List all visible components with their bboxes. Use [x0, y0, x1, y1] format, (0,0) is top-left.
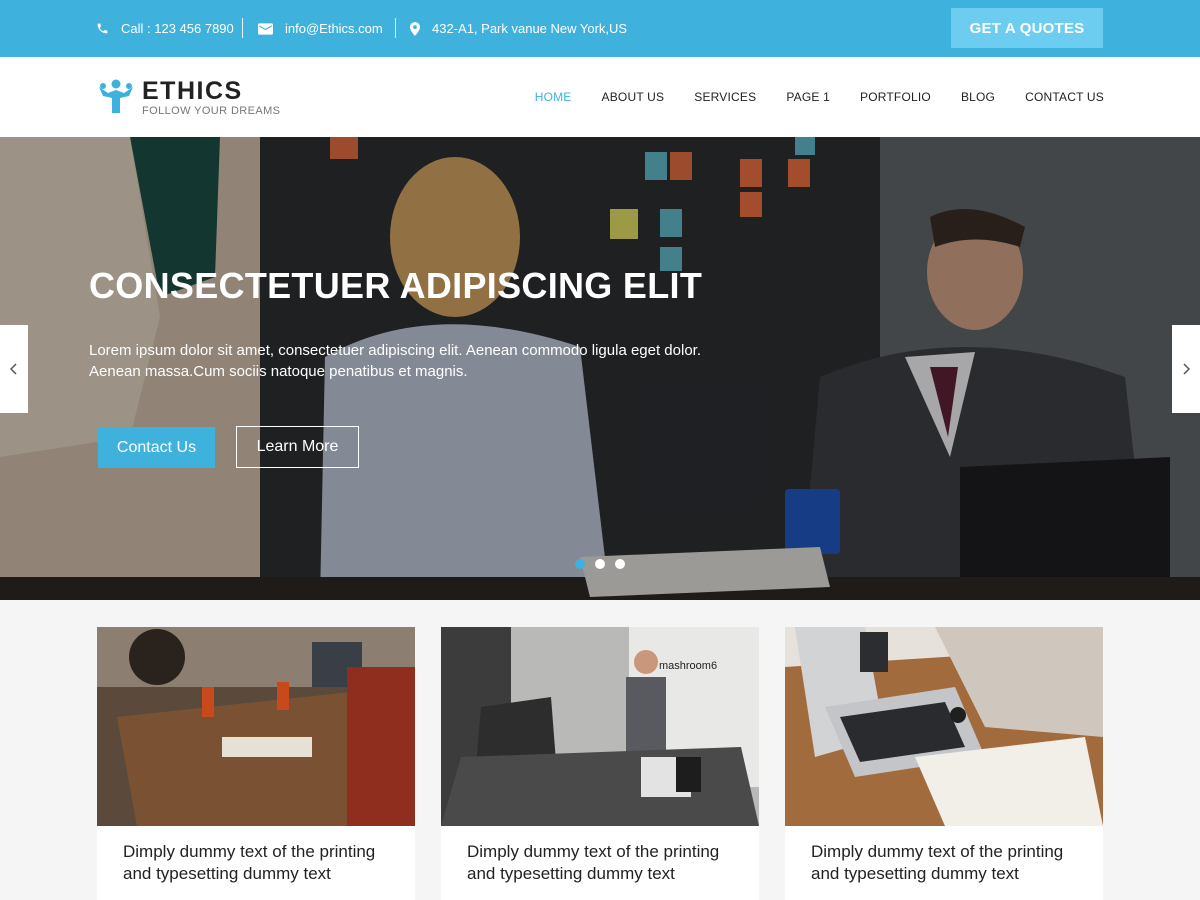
nav-about-us[interactable]: ABOUT US — [602, 90, 665, 104]
hero-description: Lorem ipsum dolor sit amet, consectetuer… — [89, 340, 729, 382]
card-image[interactable] — [97, 627, 415, 826]
slider-dot[interactable] — [595, 559, 605, 569]
nav-home[interactable]: HOME — [535, 90, 572, 104]
slider-dot[interactable] — [575, 559, 585, 569]
address-contact: 432-A1, Park vanue New York,US — [410, 0, 627, 57]
divider — [395, 18, 396, 38]
mashroom-sign-text: mashroom6 — [659, 660, 717, 672]
nav-portfolio[interactable]: PORTFOLIO — [860, 90, 931, 104]
presentation-photo: mashroom6 — [441, 627, 759, 826]
map-marker-icon — [410, 21, 420, 36]
top-contact-bar: Call : 123 456 7890 info@Ethics.com 432-… — [0, 0, 1200, 57]
feature-card[interactable]: mashroom6 Dimply dummy text of the print… — [441, 627, 759, 900]
nav-page-1[interactable]: PAGE 1 — [786, 90, 830, 104]
site-header: ETHICS FOLLOW YOUR DREAMS HOME ABOUT US … — [0, 57, 1200, 137]
divider — [242, 18, 243, 38]
slider-next-button[interactable] — [1172, 325, 1200, 413]
card-title-line: and typesetting dummy text — [467, 864, 675, 883]
card-title[interactable]: Dimply dummy text of the printing and ty… — [811, 841, 1091, 885]
hero-description-line: Aenean massa.Cum sociis natoque penatibu… — [89, 363, 468, 380]
chevron-right-icon — [1183, 363, 1190, 375]
email-text[interactable]: info@Ethics.com — [285, 21, 383, 36]
nav-blog[interactable]: BLOG — [961, 90, 995, 104]
address-text: 432-A1, Park vanue New York,US — [432, 21, 628, 36]
phone-contact: Call : 123 456 7890 — [96, 0, 234, 57]
contact-us-button[interactable]: Contact Us — [98, 427, 215, 468]
logo-tagline: FOLLOW YOUR DREAMS — [142, 104, 281, 117]
card-title-line: Dimply dummy text of the printing — [123, 842, 376, 861]
feature-card[interactable]: Dimply dummy text of the printing and ty… — [785, 627, 1103, 900]
phone-icon — [97, 23, 108, 34]
hero-title: CONSECTETUER ADIPISCING ELIT — [89, 265, 703, 306]
card-title-line: and typesetting dummy text — [811, 864, 1019, 883]
nav-contact-us[interactable]: CONTACT US — [1025, 90, 1104, 104]
chevron-left-icon — [10, 363, 17, 375]
envelope-icon — [258, 22, 273, 35]
logo-figure-icon — [99, 79, 133, 113]
card-image[interactable] — [785, 627, 1103, 826]
get-quotes-button[interactable]: GET A QUOTES — [951, 8, 1103, 48]
card-title-line: and typesetting dummy text — [123, 864, 331, 883]
learn-more-button[interactable]: Learn More — [236, 426, 359, 468]
card-title[interactable]: Dimply dummy text of the printing and ty… — [467, 841, 747, 885]
laptop-work-photo — [785, 627, 1103, 826]
phone-text: Call : 123 456 7890 — [121, 21, 234, 36]
team-meeting-photo — [97, 627, 415, 826]
card-image[interactable]: mashroom6 — [441, 627, 759, 826]
main-nav: HOME ABOUT US SERVICES PAGE 1 PORTFOLIO … — [505, 57, 1104, 137]
slider-dot[interactable] — [615, 559, 625, 569]
logo-name: ETHICS — [142, 76, 243, 105]
card-title[interactable]: Dimply dummy text of the printing and ty… — [123, 841, 403, 885]
feature-card[interactable]: Dimply dummy text of the printing and ty… — [97, 627, 415, 900]
hero-description-line: Lorem ipsum dolor sit amet, consectetuer… — [89, 342, 702, 359]
card-title-line: Dimply dummy text of the printing — [467, 842, 720, 861]
email-contact[interactable]: info@Ethics.com — [258, 0, 383, 57]
logo[interactable]: ETHICS FOLLOW YOUR DREAMS — [96, 77, 280, 117]
nav-services[interactable]: SERVICES — [694, 90, 756, 104]
slider-prev-button[interactable] — [0, 325, 28, 413]
hero-slider: CONSECTETUER ADIPISCING ELIT Lorem ipsum… — [0, 137, 1200, 600]
card-title-line: Dimply dummy text of the printing — [811, 842, 1064, 861]
slider-dots — [575, 559, 635, 569]
